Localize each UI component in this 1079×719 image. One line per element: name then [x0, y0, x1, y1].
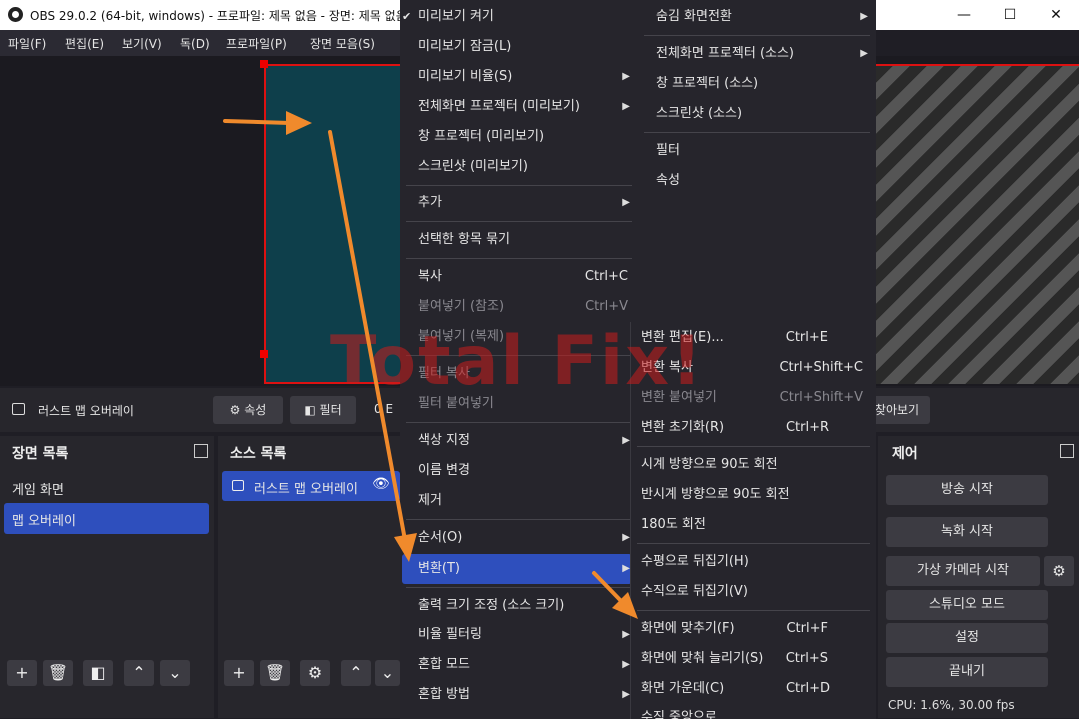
arrow-to-canvas-head: [286, 111, 312, 135]
arrow-to-fit-line: [592, 571, 626, 606]
annotation-arrows: [223, 111, 638, 619]
arrow-to-transform-line: [328, 130, 407, 542]
arrow-to-transform-head: [394, 533, 417, 562]
arrow-to-canvas-line: [223, 119, 292, 125]
